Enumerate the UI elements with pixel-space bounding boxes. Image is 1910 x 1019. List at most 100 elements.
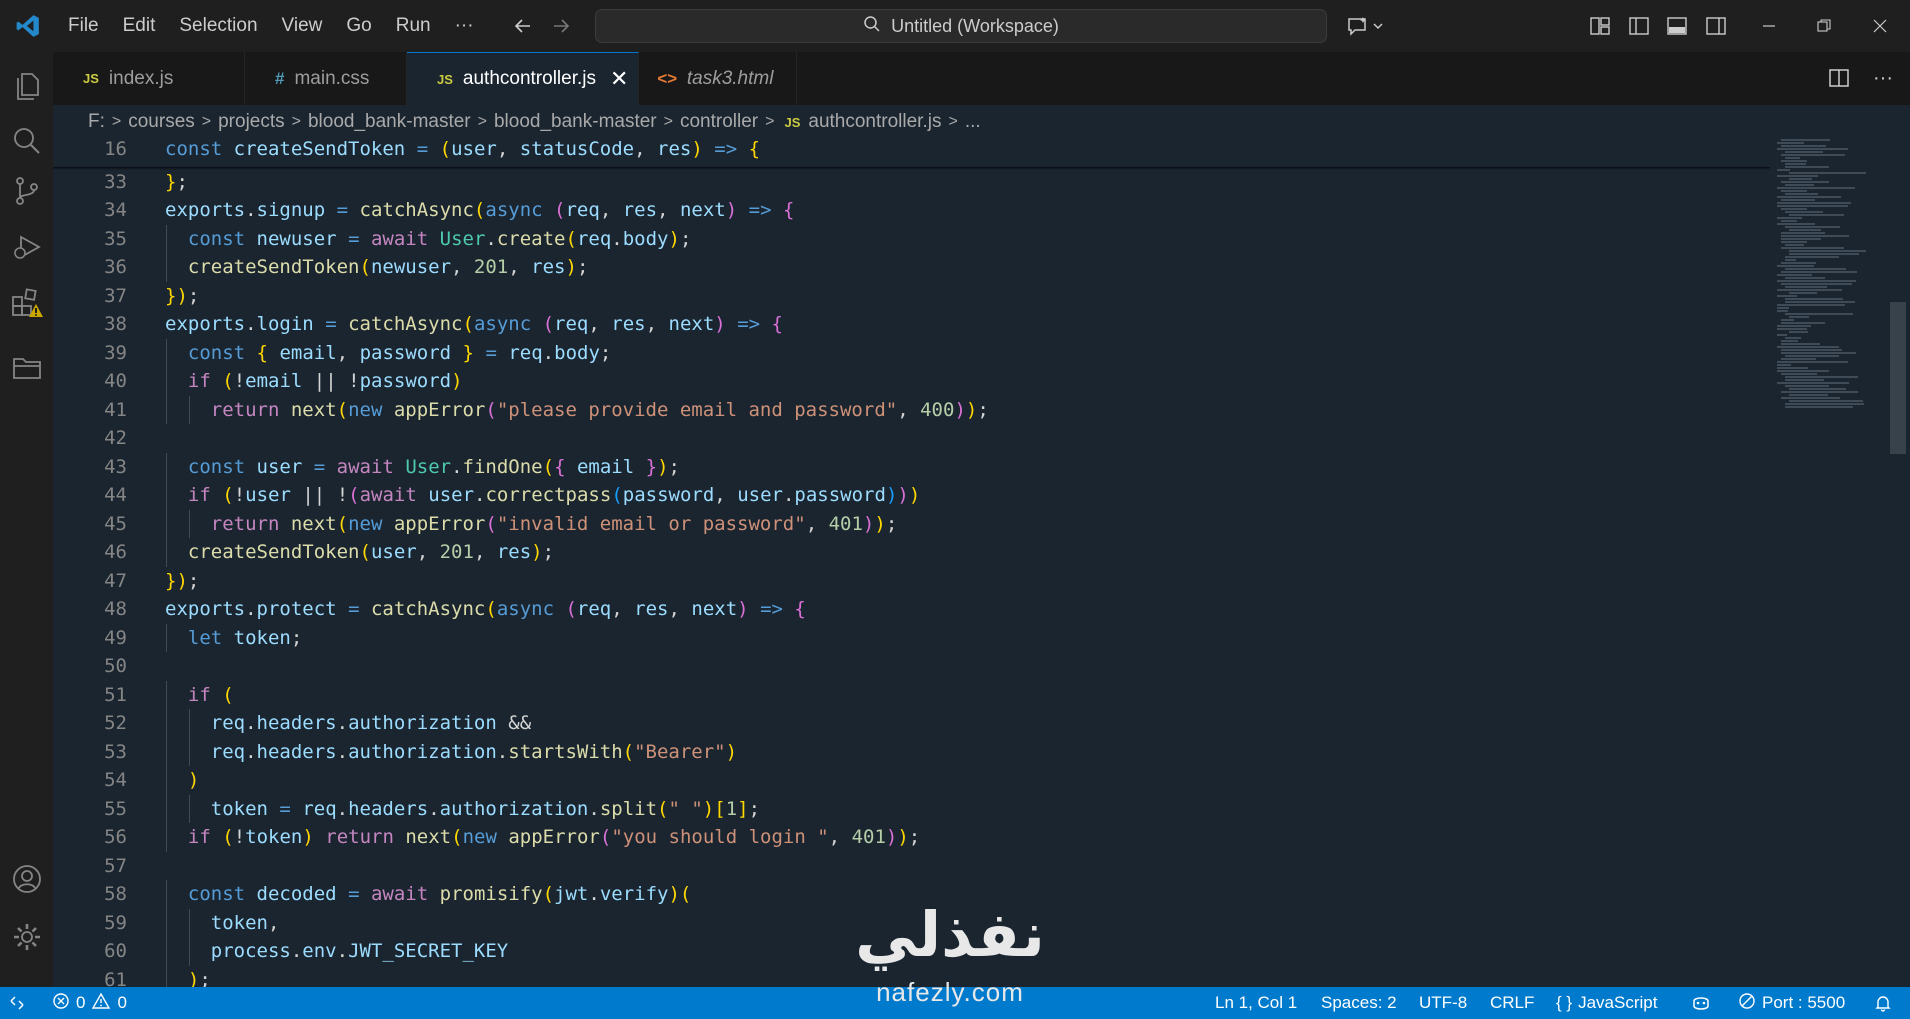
- code-line[interactable]: 55 token = req.headers.authorization.spl…: [53, 794, 1773, 824]
- code-line[interactable]: 34 exports.signup = catchAsync(async (req…: [53, 196, 1773, 225]
- line-number[interactable]: 55: [53, 795, 127, 824]
- line-number[interactable]: 56: [53, 823, 127, 852]
- menu-edit[interactable]: Edit: [111, 0, 168, 52]
- remote-indicator-icon[interactable]: [0, 987, 34, 1019]
- source-control-icon[interactable]: [8, 172, 46, 210]
- line-number[interactable]: 61: [53, 966, 127, 988]
- run-and-debug-icon[interactable]: [8, 228, 46, 266]
- live-server-port[interactable]: Port : 5500: [1738, 987, 1845, 1019]
- language-mode[interactable]: { } JavaScript: [1556, 987, 1657, 1019]
- code-line[interactable]: 41 return next(new appError("please prov…: [53, 395, 1773, 425]
- line-number[interactable]: 53: [53, 738, 127, 767]
- menu-selection[interactable]: Selection: [167, 0, 269, 52]
- copilot-icon[interactable]: [1690, 987, 1712, 1019]
- breadcrumb-item[interactable]: projects: [218, 111, 285, 133]
- breadcrumb-item[interactable]: authcontroller.js: [808, 111, 941, 133]
- split-editor-icon[interactable]: [1825, 64, 1853, 92]
- breadcrumb-item[interactable]: F:: [88, 111, 105, 133]
- code-line[interactable]: 38 exports.login = catchAsync(async (req,…: [53, 310, 1773, 339]
- code-line[interactable]: 16 const createSendToken = (user, statusC…: [53, 139, 1773, 164]
- toggle-primary-sidebar-icon[interactable]: [1625, 12, 1653, 40]
- code-line[interactable]: 49 let token;: [53, 623, 1773, 653]
- line-number[interactable]: 60: [53, 937, 127, 966]
- code-line[interactable]: 57: [53, 852, 1773, 881]
- line-number[interactable]: 39: [53, 339, 127, 368]
- tab-index-js[interactable]: JS index.js: [53, 52, 245, 105]
- toggle-panel-icon[interactable]: [1663, 12, 1691, 40]
- code-line[interactable]: 47});: [53, 567, 1773, 596]
- breadcrumb-item[interactable]: blood_bank-master: [308, 111, 471, 133]
- more-actions-icon[interactable]: ···: [1869, 64, 1897, 92]
- menu-file[interactable]: File: [56, 0, 111, 52]
- code-line[interactable]: 53 req.headers.authorization.startsWith(…: [53, 737, 1773, 767]
- code-line[interactable]: 42: [53, 424, 1773, 453]
- line-number[interactable]: 43: [53, 453, 127, 482]
- tab-task3-html[interactable]: <> task3.html: [639, 52, 797, 105]
- encoding[interactable]: UTF-8: [1419, 987, 1467, 1019]
- breadcrumb-item[interactable]: blood_bank-master: [494, 111, 657, 133]
- breadcrumb-item[interactable]: ...: [965, 111, 981, 133]
- explorer-files-icon[interactable]: [8, 67, 46, 105]
- minimap[interactable]: [1777, 139, 1890, 419]
- line-number[interactable]: 46: [53, 538, 127, 567]
- code-line[interactable]: 56 if (!token) return next(new appError(…: [53, 823, 1773, 852]
- minimize-window-icon[interactable]: [1755, 12, 1783, 40]
- breadcrumb-item[interactable]: controller: [680, 111, 758, 133]
- breadcrumb-item[interactable]: courses: [128, 111, 195, 133]
- line-number[interactable]: 50: [53, 652, 127, 681]
- end-of-line[interactable]: CRLF: [1490, 987, 1534, 1019]
- code-line[interactable]: 35 const newuser = await User.create(req…: [53, 224, 1773, 254]
- toggle-secondary-sidebar-icon[interactable]: [1702, 12, 1730, 40]
- line-number[interactable]: 45: [53, 510, 127, 539]
- line-number[interactable]: 36: [53, 253, 127, 282]
- command-center-search[interactable]: Untitled (Workspace): [595, 9, 1327, 43]
- code-line[interactable]: 33};: [53, 168, 1773, 197]
- line-number[interactable]: 34: [53, 196, 127, 225]
- code-line[interactable]: 39 const { email, password } = req.body;: [53, 338, 1773, 368]
- line-number[interactable]: 33: [53, 168, 127, 197]
- code-line[interactable]: 43 const user = await User.findOne({ ema…: [53, 452, 1773, 482]
- restore-window-icon[interactable]: [1810, 12, 1838, 40]
- line-number[interactable]: 52: [53, 709, 127, 738]
- code-line[interactable]: 45 return next(new appError("invalid ema…: [53, 509, 1773, 539]
- code-line[interactable]: 54 ): [53, 766, 1773, 795]
- close-window-icon[interactable]: [1866, 12, 1894, 40]
- line-number[interactable]: 40: [53, 367, 127, 396]
- line-number[interactable]: 49: [53, 624, 127, 653]
- notifications-bell-icon[interactable]: [1874, 987, 1892, 1019]
- line-number[interactable]: 54: [53, 766, 127, 795]
- line-number[interactable]: 41: [53, 396, 127, 425]
- line-number[interactable]: 35: [53, 225, 127, 254]
- line-number[interactable]: 57: [53, 852, 127, 881]
- editor-scrollbar[interactable]: [1890, 302, 1906, 454]
- line-number[interactable]: 48: [53, 595, 127, 624]
- code-line[interactable]: 36 createSendToken(newuser, 201, res);: [53, 253, 1773, 282]
- code-line[interactable]: 37});: [53, 282, 1773, 311]
- menu-run[interactable]: Run: [384, 0, 443, 52]
- tab-authcontroller-js[interactable]: JS authcontroller.js ✕: [407, 52, 639, 105]
- code-line[interactable]: 51 if (: [53, 680, 1773, 710]
- folder-icon[interactable]: [8, 349, 46, 387]
- line-number[interactable]: 51: [53, 681, 127, 710]
- copilot-chat-icon[interactable]: [1343, 12, 1389, 40]
- line-number[interactable]: 47: [53, 567, 127, 596]
- line-number[interactable]: 37: [53, 282, 127, 311]
- line-number[interactable]: 58: [53, 880, 127, 909]
- code-line[interactable]: 48 exports.protect = catchAsync(async (re…: [53, 595, 1773, 624]
- code-line[interactable]: 44 if (!user || !(await user.correctpass…: [53, 481, 1773, 510]
- line-number[interactable]: 38: [53, 310, 127, 339]
- code-editor[interactable]: 16 const createSendToken = (user, statusC…: [53, 139, 1910, 987]
- line-number[interactable]: 44: [53, 481, 127, 510]
- line-number[interactable]: 16: [53, 139, 127, 164]
- menu-view[interactable]: View: [270, 0, 335, 52]
- line-number[interactable]: 59: [53, 909, 127, 938]
- code-line[interactable]: 52 req.headers.authorization &&: [53, 709, 1773, 738]
- account-icon[interactable]: [8, 860, 46, 898]
- menu-go[interactable]: Go: [334, 0, 383, 52]
- code-line[interactable]: 50: [53, 652, 1773, 681]
- search-icon[interactable]: [8, 122, 46, 160]
- forward-arrow-icon[interactable]: [542, 0, 580, 52]
- problems-indicator[interactable]: 0 0: [52, 987, 127, 1019]
- customize-layout-icon[interactable]: [1586, 12, 1614, 40]
- line-number[interactable]: 42: [53, 424, 127, 453]
